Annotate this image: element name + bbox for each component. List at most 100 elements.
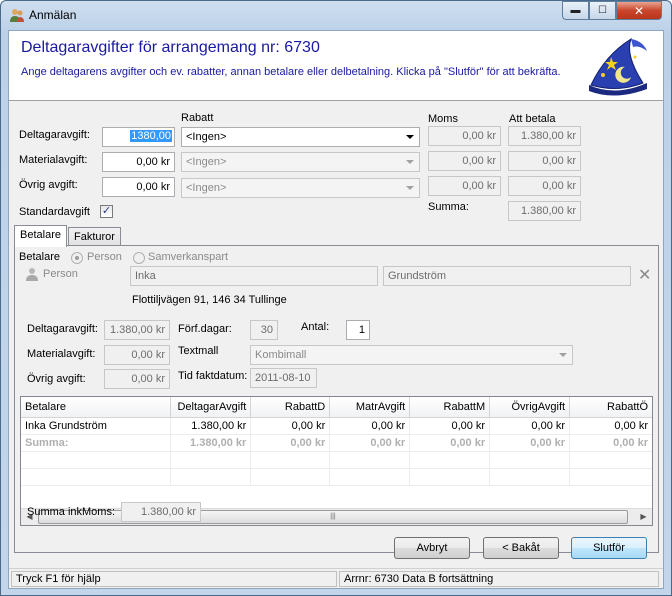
wizard-header: Deltagaravgifter för arrangemang nr: 673… [9,31,663,101]
grid-cell: 0,00 kr [250,417,331,435]
grid-cell: Inka Grundström [21,417,172,435]
deltagaravgift-att-betala-field: 1.380,00 kr [508,126,581,146]
grid-cell: 0,00 kr [569,434,652,452]
standardavgift-label: Standardavgift [19,206,90,218]
deltagaravgift-label: Deltagaravgift: [19,129,90,141]
clear-person-icon[interactable]: ✕ [638,265,651,285]
summa-inkmoms-label: Summa inkMoms: [27,506,116,518]
textmall-select[interactable]: Kombimall [250,345,573,365]
grid-cell: Summa: [21,434,172,452]
grid-header-deltagaravgift[interactable]: DeltagarAvgift [170,397,252,418]
payer-materialavgift-label: Materialavgift: [27,348,96,360]
tab-fakturor[interactable]: Fakturor [68,227,121,247]
grid-cell: 0,00 kr [569,417,652,435]
materialavgift-input[interactable]: 0,00 kr [102,152,175,172]
moms-column-label: Moms [428,113,458,125]
avbryt-button[interactable]: Avbryt [394,537,470,559]
dialog-client: Deltagaravgifter för arrangemang nr: 673… [8,30,664,589]
maximize-icon: ☐ [598,5,607,16]
tid-faktdatum-field: 2011-08-10 [250,368,317,388]
grid-cell: 1.380,00 kr [170,434,252,452]
status-info: Arrnr: 6730 Data B fortsättning [339,571,659,587]
ovrig-avgift-att-betala-field: 0,00 kr [508,176,581,196]
ovrig-avgift-moms-field: 0,00 kr [428,176,501,196]
slutfor-button[interactable]: Slutför [571,537,647,559]
first-name-field: Inka [130,266,378,286]
materialavgift-rabatt-select[interactable]: <Ingen> [181,152,420,172]
ovrig-avgift-label: Övrig avgift: [19,179,78,191]
status-bar: Tryck F1 för hjälp Arrnr: 6730 Data B fo… [9,568,663,588]
materialavgift-moms-field: 0,00 kr [428,151,501,171]
minimize-button[interactable]: ▬ [562,1,589,20]
samverkanspart-radio[interactable] [133,252,145,264]
close-icon: ✕ [633,3,645,18]
chevron-down-icon [406,186,414,190]
person-radio-label: Person [87,251,122,263]
grid-header-rabattm[interactable]: RabattM [409,397,491,418]
empty-cell [21,451,172,469]
summa-field: 1.380,00 kr [508,201,581,221]
grid-cell: 0,00 kr [409,434,491,452]
scroll-right-icon[interactable]: ▶ [635,509,652,525]
grid-cell: 0,00 kr [489,434,571,452]
deltagaravgift-rabatt-select[interactable]: <Ingen> [181,127,420,147]
person-icon [26,268,38,281]
grid-cell: 0,00 kr [250,434,331,452]
sum-row: Summa: 1.380,00 kr 0,00 kr 0,00 kr 0,00 … [21,434,652,452]
forf-dagar-field: 30 [250,320,278,340]
chevron-down-icon [406,160,414,164]
payer-ovrig-avgift-label: Övrig avgift: [27,373,86,385]
grid-cell: 0,00 kr [329,434,411,452]
ovrig-avgift-input[interactable]: 0,00 kr [102,177,175,197]
close-button[interactable]: ✕ [616,1,662,20]
chevron-down-icon [406,135,414,139]
tid-faktdatum-label: Tid faktdatum: [178,370,248,382]
grid-header-betalare[interactable]: Betalare [21,397,172,418]
maximize-button[interactable]: ☐ [589,1,616,20]
payer-deltagaravgift-field: 1.380,00 kr [104,320,170,340]
person-label: Person [43,268,78,280]
textmall-label: Textmall [178,345,219,357]
tab-betalare[interactable]: Betalare [14,225,67,247]
att-betala-column-label: Att betala [509,113,556,125]
deltagaravgift-moms-field: 0,00 kr [428,126,501,146]
dialog-window: Anmälan ▬ ☐ ✕ Deltagaravgifter för arran… [0,0,672,596]
person-radio[interactable] [71,252,83,264]
wizard-hat-icon [589,37,647,96]
grid-header-rabattd[interactable]: RabattD [250,397,331,418]
materialavgift-label: Materialavgift: [19,154,88,166]
minimize-icon: ▬ [570,5,581,16]
grid-cell: 0,00 kr [489,417,571,435]
grid-header-rabatto[interactable]: RabattÖ [569,397,652,418]
summa-inkmoms-field: 1.380,00 kr [121,502,201,522]
samverkanspart-radio-label: Samverkanspart [148,251,229,263]
deltagaravgift-input[interactable]: 1380,00 [102,127,175,147]
payer-materialavgift-field: 0,00 kr [104,345,170,365]
window-title: Anmälan [29,8,77,22]
ovrig-avgift-rabatt-select[interactable]: <Ingen> [181,178,420,198]
antal-input[interactable]: 1 [346,320,370,340]
betalare-label: Betalare [19,251,60,263]
summa-label: Summa: [428,201,469,213]
payer-deltagaravgift-label: Deltagaravgift: [27,323,98,335]
rabatt-column-label: Rabatt [181,112,214,124]
payer-ovrig-avgift-field: 0,00 kr [104,369,170,389]
standardavgift-checkbox[interactable]: ✓ [100,205,113,218]
users-icon [10,9,24,22]
chevron-down-icon [559,353,567,357]
antal-label: Antal: [301,321,330,333]
status-help: Tryck F1 för hjälp [11,571,337,587]
grid-header-ovrigavgift[interactable]: ÖvrigAvgift [489,397,571,418]
grid-cell: 0,00 kr [409,417,491,435]
grid-cell: 0,00 kr [329,417,411,435]
last-name-field: Grundström [383,266,631,286]
forf-dagar-label: Förf.dagar: [178,323,232,335]
grid-header-matravgift[interactable]: MatrAvgift [329,397,411,418]
horizontal-scrollbar[interactable]: ◀ ||| ▶ [21,508,652,525]
back-button[interactable]: < Bakåt [483,537,559,559]
address-text: Flottiljvägen 91, 146 34 Tullinge [132,294,287,306]
title-bar[interactable]: Anmälan ▬ ☐ ✕ [1,1,671,29]
materialavgift-att-betala-field: 0,00 kr [508,151,581,171]
table-row[interactable]: Inka Grundström 1.380,00 kr 0,00 kr 0,00… [21,417,652,435]
page-title: Deltagaravgifter för arrangemang nr: 673… [21,39,320,56]
